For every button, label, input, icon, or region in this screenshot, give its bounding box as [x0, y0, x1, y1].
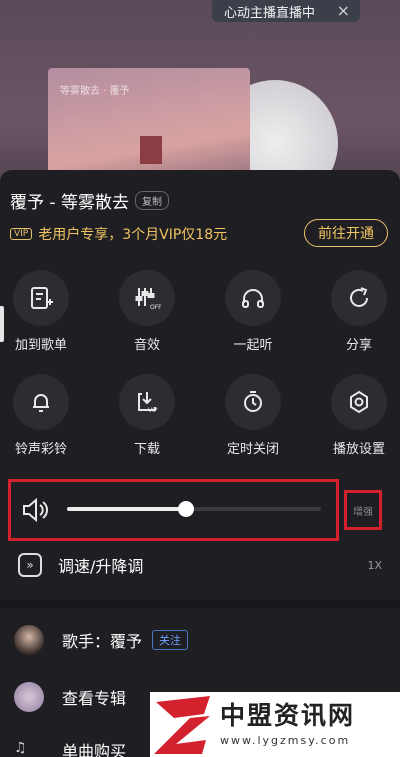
vip-open-button[interactable]: 前往开通	[304, 219, 388, 247]
volume-slider[interactable]	[67, 501, 321, 517]
watermark-name: 中盟资讯网	[220, 700, 356, 730]
watermark: 中盟资讯网 www.lygzmsy.com	[150, 692, 400, 757]
vip-badge: VIP	[10, 228, 33, 240]
singer-avatar	[14, 625, 44, 655]
volume-control	[8, 479, 339, 541]
svg-text:OFF: OFF	[150, 304, 161, 311]
listen-together-button[interactable]: 一起听	[222, 270, 284, 353]
close-icon[interactable]: ×	[337, 3, 350, 19]
sound-effect-label: 音效	[133, 338, 160, 353]
download-button[interactable]: VIP 下载	[116, 374, 178, 457]
speaker-icon[interactable]	[21, 496, 51, 524]
vip-promo-text: 老用户专享，3个月VIP仅18元	[38, 227, 228, 243]
ringtone-button[interactable]: 铃声彩铃	[10, 374, 72, 457]
volume-boost-button[interactable]: 增强	[344, 490, 382, 530]
speed-pitch-label: 调速/升降调	[58, 557, 144, 576]
action-grid-row-1: 加到歌单 OFF 音效 一起听 分享	[0, 270, 400, 353]
equalizer-off-icon: OFF	[135, 288, 161, 311]
share-label: 分享	[345, 338, 372, 353]
sleep-timer-label: 定时关闭	[226, 442, 279, 457]
vip-promo-row: VIP 老用户专享，3个月VIP仅18元 前往开通	[10, 219, 390, 247]
buy-single-row[interactable]: ♫ 单曲购买	[14, 738, 126, 757]
download-label: 下载	[133, 442, 160, 457]
follow-button[interactable]: 关注	[152, 630, 189, 650]
add-to-playlist-label: 加到歌单	[14, 338, 67, 353]
section-divider	[0, 600, 400, 608]
live-banner[interactable]: 心动主播直播中 ×	[212, 0, 360, 22]
view-album-row[interactable]: 查看专辑	[14, 682, 126, 712]
cover-caption: 等雾散去 · 覆予	[60, 86, 130, 97]
share-icon	[350, 287, 368, 307]
singer-label: 歌手：覆予	[62, 632, 143, 651]
watermark-logo	[154, 696, 210, 754]
volume-slider-thumb[interactable]	[178, 501, 195, 517]
song-title-row: 覆予 - 等雾散去 复制	[10, 188, 169, 213]
volume-slider-fill	[67, 507, 187, 511]
settings-icon	[350, 390, 368, 414]
live-banner-text: 心动主播直播中	[224, 5, 316, 21]
headphones-icon	[242, 289, 264, 308]
action-grid-row-2: 铃声彩铃 VIP 下载 定时关闭 播放设置	[0, 374, 400, 457]
sound-effect-button[interactable]: OFF 音效	[116, 270, 178, 353]
download-vip-icon: VIP	[138, 392, 158, 414]
speed-value: 1X	[367, 558, 382, 572]
add-to-playlist-button[interactable]: 加到歌单	[10, 270, 72, 353]
volume-boost-label: 增强	[353, 506, 373, 518]
speed-icon: »	[18, 553, 42, 577]
song-title: 覆予 - 等雾散去	[10, 193, 129, 213]
view-album-label: 查看专辑	[62, 689, 127, 708]
playback-settings-button[interactable]: 播放设置	[328, 374, 390, 457]
ringtone-label: 铃声彩铃	[14, 442, 67, 457]
bell-icon	[33, 394, 49, 412]
playback-settings-label: 播放设置	[332, 442, 385, 457]
add-to-playlist-icon	[31, 287, 53, 309]
listen-together-label: 一起听	[233, 338, 273, 353]
watermark-url: www.lygzmsy.com	[220, 733, 351, 747]
cover-door-graphic	[140, 136, 162, 164]
speed-pitch-row[interactable]: » 调速/升降调 1X	[18, 551, 388, 579]
album-avatar	[14, 682, 44, 712]
timer-icon	[244, 391, 262, 412]
music-note-icon: ♫	[14, 740, 27, 756]
buy-single-label: 单曲购买	[62, 742, 127, 757]
share-button[interactable]: 分享	[328, 270, 390, 353]
sleep-timer-button[interactable]: 定时关闭	[222, 374, 284, 457]
more-options-sheet	[0, 170, 400, 757]
singer-row[interactable]: 歌手：覆予 关注	[14, 625, 189, 655]
copy-button[interactable]: 复制	[134, 191, 169, 210]
svg-text:VIP: VIP	[148, 407, 158, 414]
